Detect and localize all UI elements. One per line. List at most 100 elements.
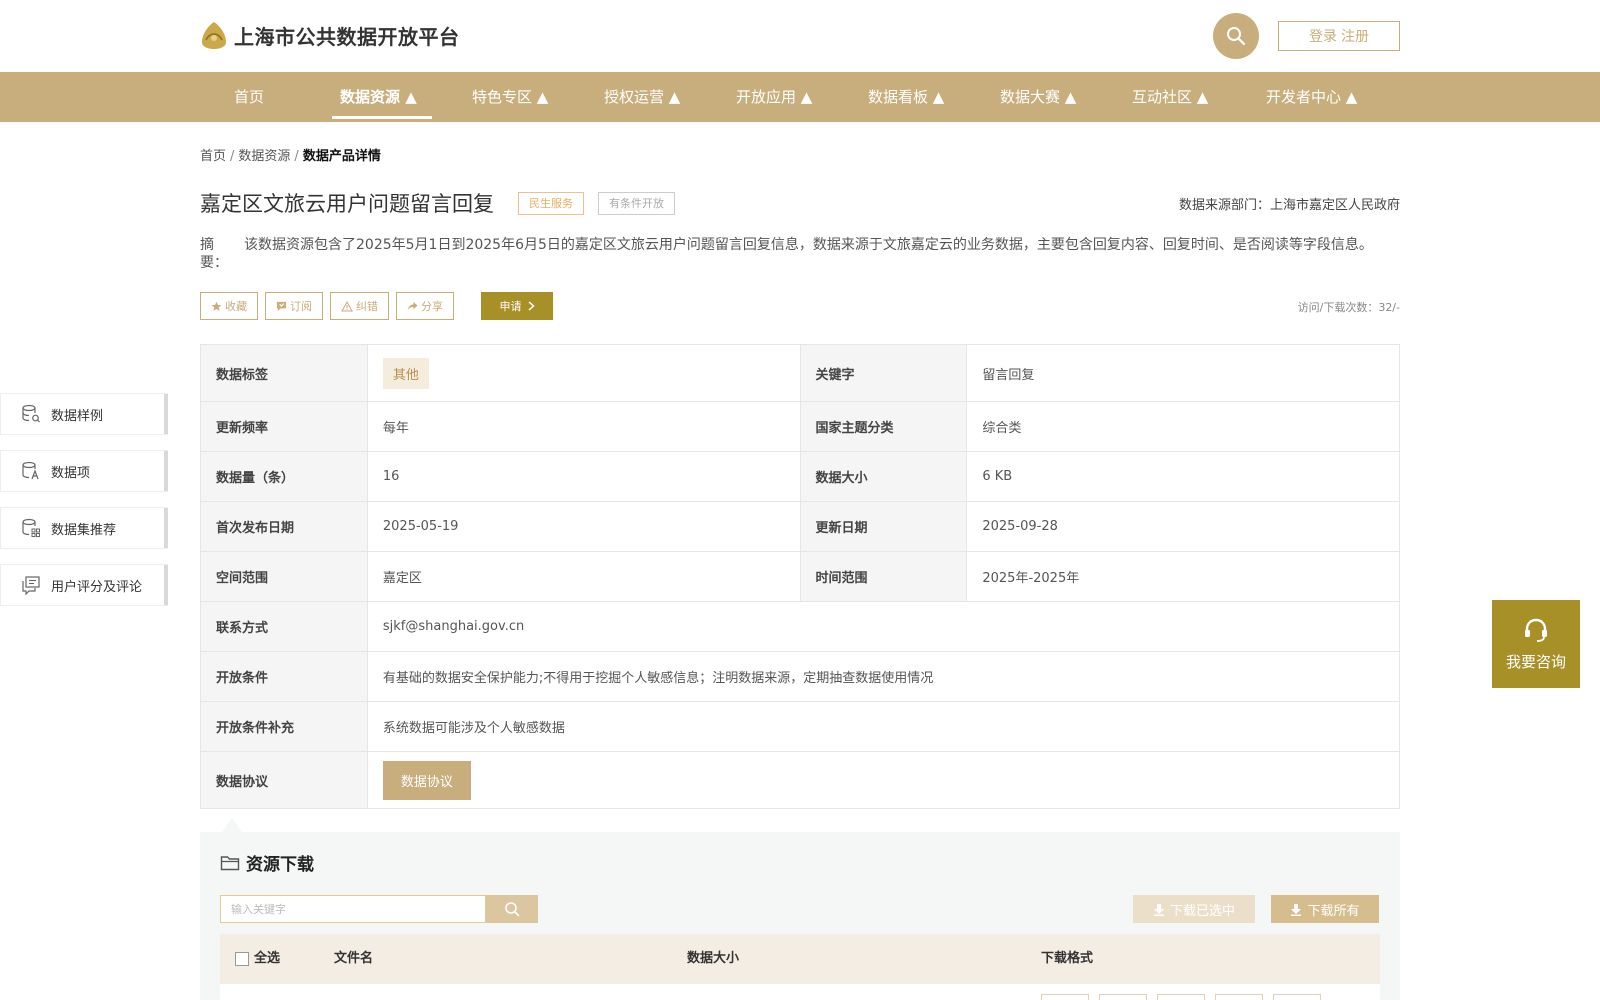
download-selected-label: 下载已选中 <box>1169 903 1235 919</box>
keyword-search-input[interactable] <box>220 895 486 923</box>
main-nav: 首页 数据资源 ▲ 特色专区 ▲ 授权运营 ▲ 开放应用 ▲ 数据看板 ▲ 数据… <box>0 72 1600 122</box>
open-condition-label: 开放条件 <box>200 651 368 702</box>
side-item-label: 用户评分及评论 <box>51 579 143 595</box>
summary-text: 该数据资源包含了2025年5月1日到2025年6月5日的嘉定区文旅云用户问题留言… <box>244 237 1373 253</box>
keyword-label: 关键字 <box>799 344 968 402</box>
search-icon <box>1227 27 1246 46</box>
breadcrumb-separator: / <box>230 149 235 164</box>
share-icon <box>407 301 418 311</box>
format-download-button[interactable] <box>1157 994 1205 1000</box>
select-all-checkbox[interactable] <box>235 952 249 966</box>
nav-special-zones[interactable]: 特色专区 ▲ <box>472 72 548 122</box>
global-search-button[interactable] <box>1213 13 1259 59</box>
nav-community[interactable]: 互动社区 ▲ <box>1132 72 1208 122</box>
side-item-data-sample[interactable]: 数据样例 <box>0 393 168 435</box>
national-theme-label: 国家主题分类 <box>799 401 968 452</box>
site-title: 上海市公共数据开放平台 <box>234 24 460 49</box>
select-all-label[interactable]: 全选 <box>254 934 280 984</box>
site-logo[interactable]: 上海市公共数据开放平台 <box>200 20 460 50</box>
database-grid-icon <box>22 518 40 537</box>
breadcrumb: 首页 / 数据资源 / 数据产品详情 <box>200 145 381 164</box>
open-condition-extra-label: 开放条件补充 <box>200 701 368 752</box>
resource-download-section: 资源下载 下载已选中 下载所有 全选 文件名 数据大小 下载格式 <box>200 832 1400 1000</box>
page-title: 嘉定区文旅云用户问题留言回复 <box>200 192 494 216</box>
tags-value-cell: 其他 <box>366 344 801 402</box>
apply-button[interactable]: 申请 <box>481 292 553 320</box>
headset-icon <box>1525 618 1547 642</box>
nav-active-indicator <box>332 116 432 119</box>
data-size-value: 6 KB <box>966 451 1400 502</box>
nav-open-apps[interactable]: 开放应用 ▲ <box>736 72 812 122</box>
logo-icon <box>202 22 226 49</box>
national-theme-value: 综合类 <box>966 401 1400 452</box>
nav-data-resources[interactable]: 数据资源 ▲ <box>340 72 417 122</box>
section-pointer <box>222 818 242 832</box>
update-frequency-label: 更新频率 <box>200 401 368 452</box>
consult-button[interactable]: 我要咨询 <box>1492 600 1580 688</box>
format-download-button[interactable] <box>1041 994 1089 1000</box>
keyword-value: 留言回复 <box>966 344 1400 402</box>
info-row: 开放条件补充 系统数据可能涉及个人敏感数据 <box>200 701 1401 752</box>
share-button[interactable]: 分享 <box>396 292 454 320</box>
share-label: 分享 <box>421 300 443 313</box>
open-condition-value: 有基础的数据安全保护能力;不得用于挖掘个人敏感信息；注明数据来源，定期抽查数据使… <box>366 651 1401 702</box>
spatial-range-label: 空间范围 <box>200 551 368 602</box>
download-all-label: 下载所有 <box>1307 903 1360 919</box>
breadcrumb-data-resources[interactable]: 数据资源 <box>238 149 290 164</box>
correct-label: 纠错 <box>356 300 378 313</box>
record-count-label: 数据量（条） <box>200 451 368 502</box>
breadcrumb-home[interactable]: 首页 <box>200 149 226 164</box>
nav-developer-center[interactable]: 开发者中心 ▲ <box>1266 72 1357 122</box>
side-item-dataset-recommend[interactable]: 数据集推荐 <box>0 507 168 549</box>
resource-download-heading: 资源下载 <box>220 850 314 875</box>
format-download-button[interactable] <box>1273 994 1321 1000</box>
info-row: 数据量（条） 16 数据大小 6 KB <box>200 451 1400 502</box>
side-item-label: 数据项 <box>51 465 91 481</box>
agreement-label: 数据协议 <box>200 751 368 809</box>
info-row: 联系方式 sjkf@shanghai.gov.cn <box>200 601 1401 652</box>
download-selected-button[interactable]: 下载已选中 <box>1133 895 1255 923</box>
format-column-header: 下载格式 <box>1041 951 1094 966</box>
side-item-ratings-comments[interactable]: 用户评分及评论 <box>0 564 168 606</box>
table-row <box>220 984 1380 1000</box>
data-agreement-button[interactable]: 数据协议 <box>382 760 471 800</box>
keyword-search-button[interactable] <box>486 895 538 923</box>
database-text-icon <box>22 461 39 480</box>
warning-icon <box>341 300 353 311</box>
summary-label: 摘 要： <box>200 237 242 271</box>
side-item-label: 数据样例 <box>51 408 104 424</box>
login-link[interactable]: 登录 <box>1309 26 1337 46</box>
source-department: 数据来源部门：上海市嘉定区人民政府 <box>1178 198 1400 213</box>
download-icon <box>1291 903 1302 916</box>
breadcrumb-separator: / <box>294 149 299 164</box>
side-item-data-fields[interactable]: 数据项 <box>0 450 168 492</box>
folder-icon <box>220 855 240 870</box>
tag-chip[interactable]: 其他 <box>382 357 429 389</box>
download-all-button[interactable]: 下载所有 <box>1271 895 1379 923</box>
login-register-button[interactable]: 登录 注册 <box>1278 21 1400 51</box>
subscribe-button[interactable]: 订阅 <box>265 292 323 320</box>
update-frequency-value: 每年 <box>366 401 801 452</box>
nav-data-contest[interactable]: 数据大赛 ▲ <box>1000 72 1076 122</box>
tags-label: 数据标签 <box>200 344 368 402</box>
format-download-button[interactable] <box>1215 994 1263 1000</box>
star-icon <box>211 301 222 311</box>
site-header: 上海市公共数据开放平台 登录 注册 <box>0 0 1600 72</box>
format-download-button[interactable] <box>1099 994 1147 1000</box>
resource-table-header: 全选 文件名 数据大小 下载格式 <box>220 934 1380 984</box>
register-link[interactable]: 注册 <box>1341 26 1369 46</box>
chevron-right-icon <box>528 301 535 311</box>
nav-home[interactable]: 首页 <box>234 72 264 122</box>
nav-authorized-ops[interactable]: 授权运营 ▲ <box>604 72 680 122</box>
correct-button[interactable]: 纠错 <box>330 292 389 320</box>
comment-icon <box>22 576 40 595</box>
info-row: 数据标签 其他 关键字 留言回复 <box>200 344 1400 402</box>
nav-data-dashboard[interactable]: 数据看板 ▲ <box>868 72 944 122</box>
favorite-button[interactable]: 收藏 <box>200 292 258 320</box>
summary: 摘 要： 该数据资源包含了2025年5月1日到2025年6月5日的嘉定区文旅云用… <box>200 236 1400 271</box>
action-bar: 收藏 订阅 纠错 分享 <box>200 292 454 320</box>
info-row: 首次发布日期 2025-05-19 更新日期 2025-09-28 <box>200 501 1400 552</box>
visit-download-count: 访问/下载次数：32/- <box>1297 301 1400 314</box>
resource-download-title: 资源下载 <box>246 855 314 875</box>
subscribe-icon <box>276 301 287 311</box>
